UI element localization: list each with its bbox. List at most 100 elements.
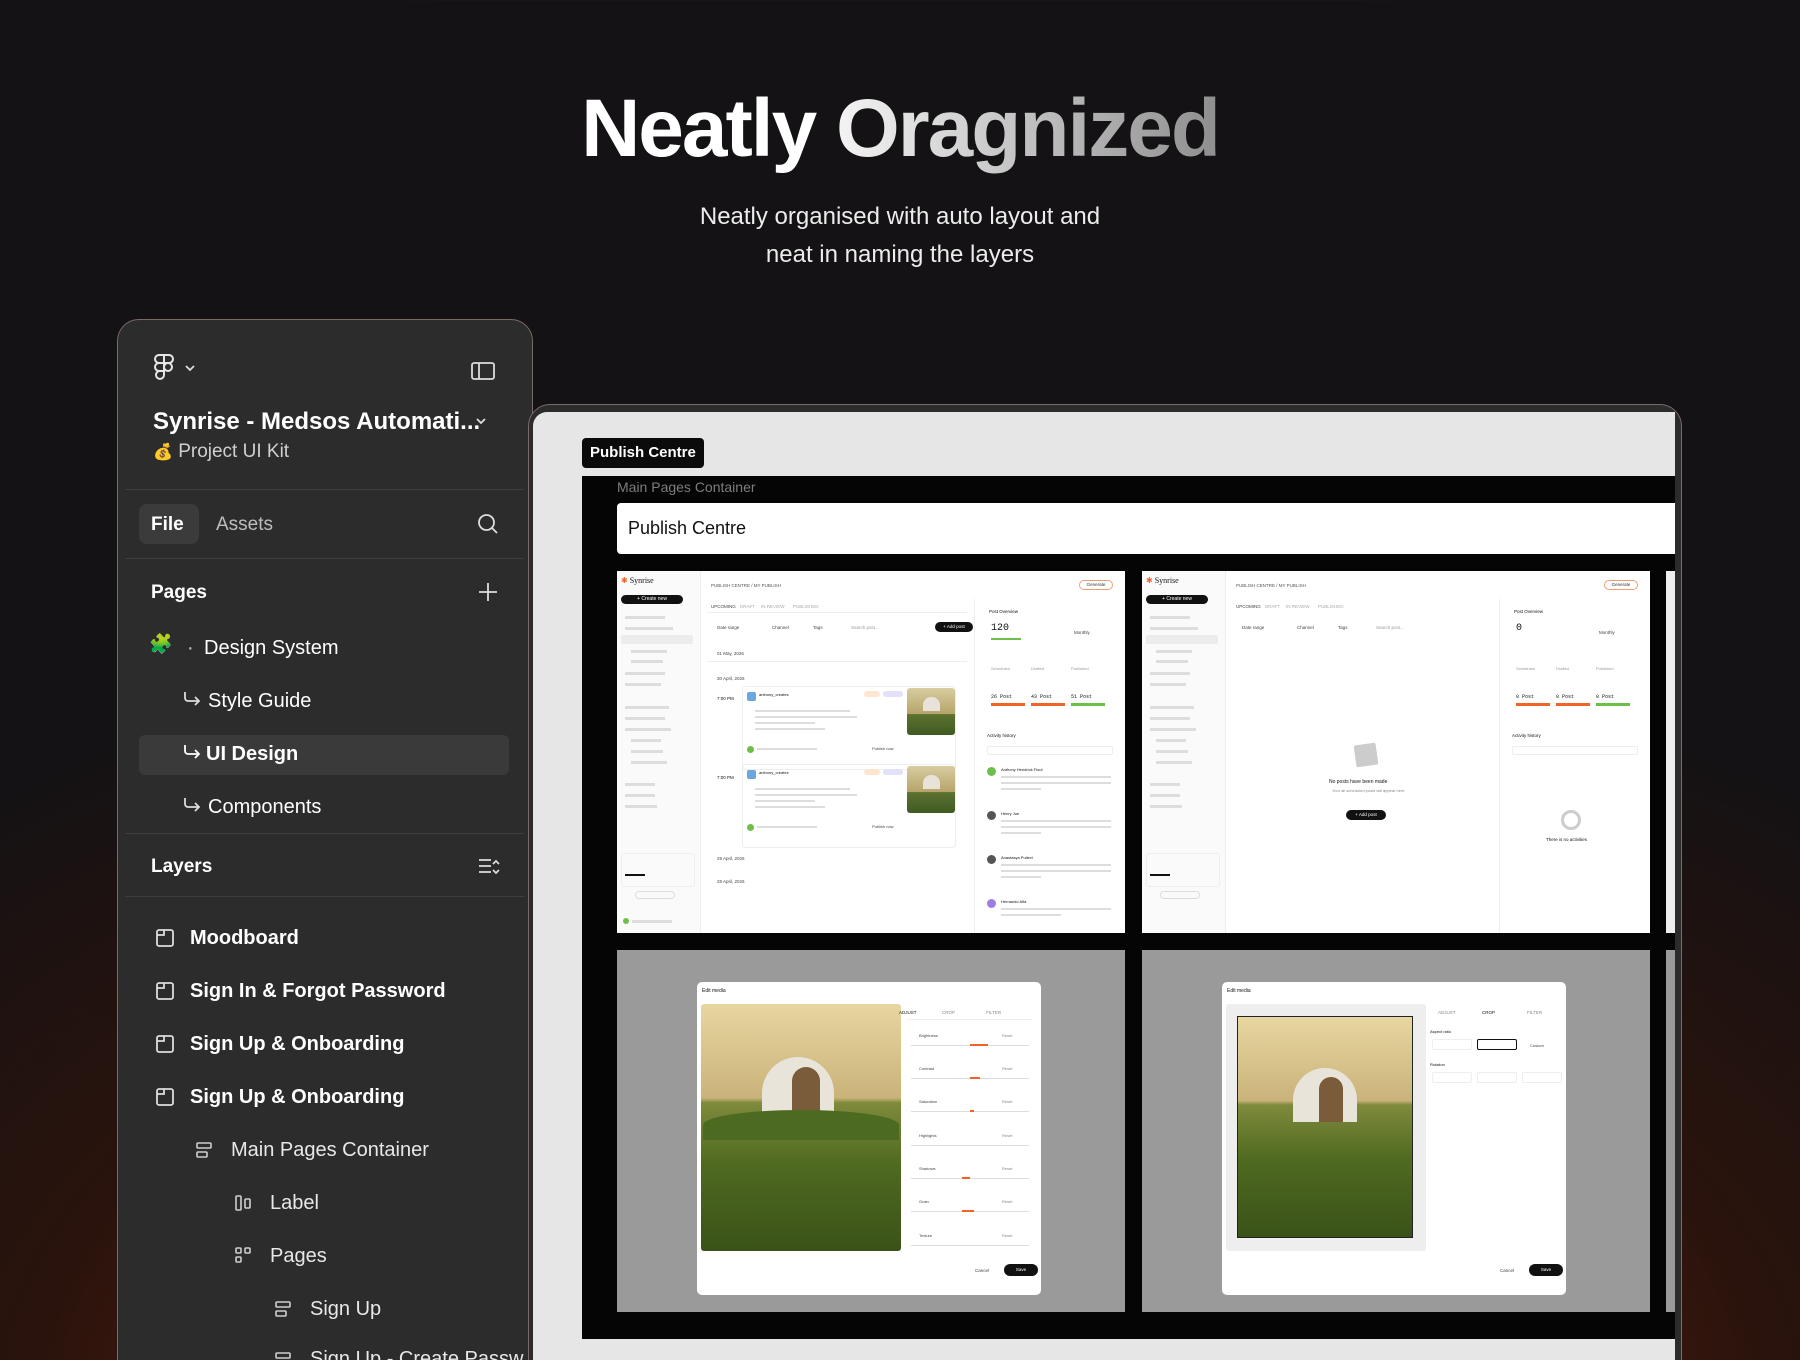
frame-icon <box>156 929 174 947</box>
money-bag-icon: 💰 <box>153 444 173 461</box>
mini-stat-value: 0 Post <box>1596 694 1615 700</box>
mini-stat-value: 0 Post <box>1516 694 1535 700</box>
mini-activity-history: Activity history <box>1512 733 1541 738</box>
reset-button: Reset <box>1002 1233 1013 1238</box>
mini-stat-value: 0 Post <box>1556 694 1575 700</box>
mini-tab: IN REVIEW <box>761 604 785 609</box>
layer-sign-up-onboarding[interactable]: Sign Up & Onboarding <box>190 1033 404 1056</box>
hero-title: Neatly Oragnized <box>0 82 1800 176</box>
mini-create-button: + Create new <box>621 595 683 604</box>
frame-icon <box>156 1088 174 1106</box>
page-item-ui-design[interactable]: UI Design <box>206 743 298 766</box>
reset-button: Reset <box>1002 1033 1013 1038</box>
mini-publish-now: Publish now <box>872 824 894 829</box>
mini-post-count: 120 <box>991 623 1010 634</box>
add-page-icon[interactable] <box>476 580 500 604</box>
figma-logo-icon[interactable] <box>153 353 175 383</box>
modal-tab-adjust: ADJUST <box>899 1010 917 1015</box>
project-name[interactable]: Synrise - Medsos Automati... <box>153 408 480 436</box>
mini-filter: Tags <box>813 625 823 630</box>
reset-button: Reset <box>1002 1099 1013 1104</box>
page-item-components[interactable]: Components <box>208 796 321 819</box>
mini-stat-value: 43 Post <box>1031 694 1053 700</box>
mini-activity-history: Activity history <box>987 733 1016 738</box>
mini-filter: Tags <box>1338 625 1348 630</box>
container-label: Main Pages Container <box>617 479 756 495</box>
screen-edit-media-crop[interactable]: Edit media ADJUST CROP FILTER Aspect rat… <box>1142 950 1650 1312</box>
chevron-down-icon[interactable] <box>184 364 196 372</box>
autolayout-vertical-icon <box>275 1301 291 1317</box>
project-subtitle: 💰 Project UI Kit <box>153 441 289 463</box>
modal-tab-filter: FILTER <box>986 1010 1002 1015</box>
tab-assets[interactable]: Assets <box>216 514 273 536</box>
bullet: · <box>187 637 194 659</box>
screen-publish-centre[interactable]: ✱ Synrise + Create new PUBLISH CENTRE / … <box>617 571 1125 933</box>
mini-post-count: 0 <box>1516 623 1523 634</box>
autolayout-horizontal-icon <box>235 1195 251 1211</box>
mini-stat-value: 51 Post <box>1071 694 1093 700</box>
hero-title-gradient: Oragnized <box>835 83 1221 174</box>
hero-subtitle-line-2: neat in naming the layers <box>765 241 1035 268</box>
layer-main-pages-container[interactable]: Main Pages Container <box>231 1139 429 1162</box>
mini-post-overview: Post Overview <box>1514 609 1544 614</box>
project-menu-chevron-icon[interactable] <box>475 417 487 425</box>
mini-post-overview: Post Overview <box>989 609 1019 614</box>
mini-date: 29 April, 2026 <box>717 856 745 861</box>
next-screen-edge <box>1666 571 1675 933</box>
sub-page-arrow-icon <box>184 692 201 706</box>
mini-add-post-button: + Add post <box>935 622 973 632</box>
sidebar-toggle-icon[interactable] <box>470 360 496 382</box>
mini-date: 30 April, 2026 <box>717 676 745 681</box>
mini-no-activity: There is no activities <box>1546 837 1588 842</box>
mini-tab: UPCOMING <box>1236 604 1261 609</box>
layers-panel: Synrise - Medsos Automati... 💰 Project U… <box>125 327 524 1360</box>
mini-breadcrumb: PUBLISH CENTRE / MY PUBLISH <box>1236 583 1306 588</box>
divider <box>125 489 524 490</box>
mini-username: anthony_creates <box>759 692 789 697</box>
layer-sign-up[interactable]: Sign Up <box>310 1298 381 1321</box>
search-icon[interactable] <box>476 512 500 536</box>
layer-moodboard[interactable]: Moodboard <box>190 927 299 950</box>
mini-activity-name: Henry Joe <box>1001 811 1020 816</box>
modal-save-button: Save <box>1004 1264 1038 1276</box>
screen-edit-media-adjust[interactable]: Edit media ADJUST CROP FILTER Brightness… <box>617 950 1125 1312</box>
mini-stat-label: Scheduled <box>1516 666 1535 671</box>
page-item-design-system[interactable]: Design System <box>204 637 339 660</box>
layer-label[interactable]: Label <box>270 1192 319 1215</box>
reset-button: Reset <box>1002 1166 1013 1171</box>
mini-create-button: + Create new <box>1146 595 1208 604</box>
tab-file[interactable]: File <box>151 514 184 536</box>
mini-filter: Channel <box>1297 625 1314 630</box>
mini-brand: ✱ Synrise <box>621 576 654 585</box>
reset-button: Reset <box>1002 1199 1013 1204</box>
mini-activity-name: Anastasya Putievi <box>1001 855 1033 860</box>
mini-stat-label: Drafted <box>1556 666 1570 671</box>
mini-tab: DRAFT <box>1265 604 1280 609</box>
mini-tab: DRAFT <box>740 604 755 609</box>
layer-pages[interactable]: Pages <box>270 1245 327 1268</box>
mini-generate-button: Generate <box>1604 580 1638 590</box>
divider <box>125 558 524 559</box>
crop-preview <box>1237 1016 1413 1238</box>
mini-monthly-select: Monthly <box>1074 630 1090 635</box>
layers-collapse-icon[interactable] <box>477 856 501 878</box>
mini-stat-label: Scheduled <box>991 666 1010 671</box>
divider <box>125 833 524 834</box>
modal-cancel-button: Cancel <box>1500 1268 1515 1273</box>
modal-cancel-button: Cancel <box>975 1268 990 1273</box>
layer-sign-up-onboarding-2[interactable]: Sign Up & Onboarding <box>190 1086 404 1109</box>
page-item-style-guide[interactable]: Style Guide <box>208 690 311 713</box>
layer-sign-up-create-password[interactable]: Sign Up - Create Passw <box>310 1348 523 1360</box>
mini-activity-name: Anthony Hendrick Flout <box>1001 767 1043 772</box>
aspect-ratio-label: Aspect ratio <box>1430 1029 1452 1034</box>
modal-title: Edit media <box>702 988 726 994</box>
modal-tab-crop: CROP <box>1482 1010 1496 1015</box>
adjust-grain: Grain <box>919 1199 929 1204</box>
autolayout-vertical-icon <box>275 1352 291 1359</box>
mini-monthly-select: Monthly <box>1599 630 1615 635</box>
frame-tag[interactable]: Publish Centre <box>582 438 704 468</box>
screen-publish-centre-empty[interactable]: ✱ Synrise + Create new PUBLISH CENTRE / … <box>1142 571 1650 933</box>
mini-generate-button: Generate <box>1079 580 1113 590</box>
mini-publish-now: Publish now <box>872 746 894 751</box>
layer-sign-in-forgot-password[interactable]: Sign In & Forgot Password <box>190 980 446 1003</box>
